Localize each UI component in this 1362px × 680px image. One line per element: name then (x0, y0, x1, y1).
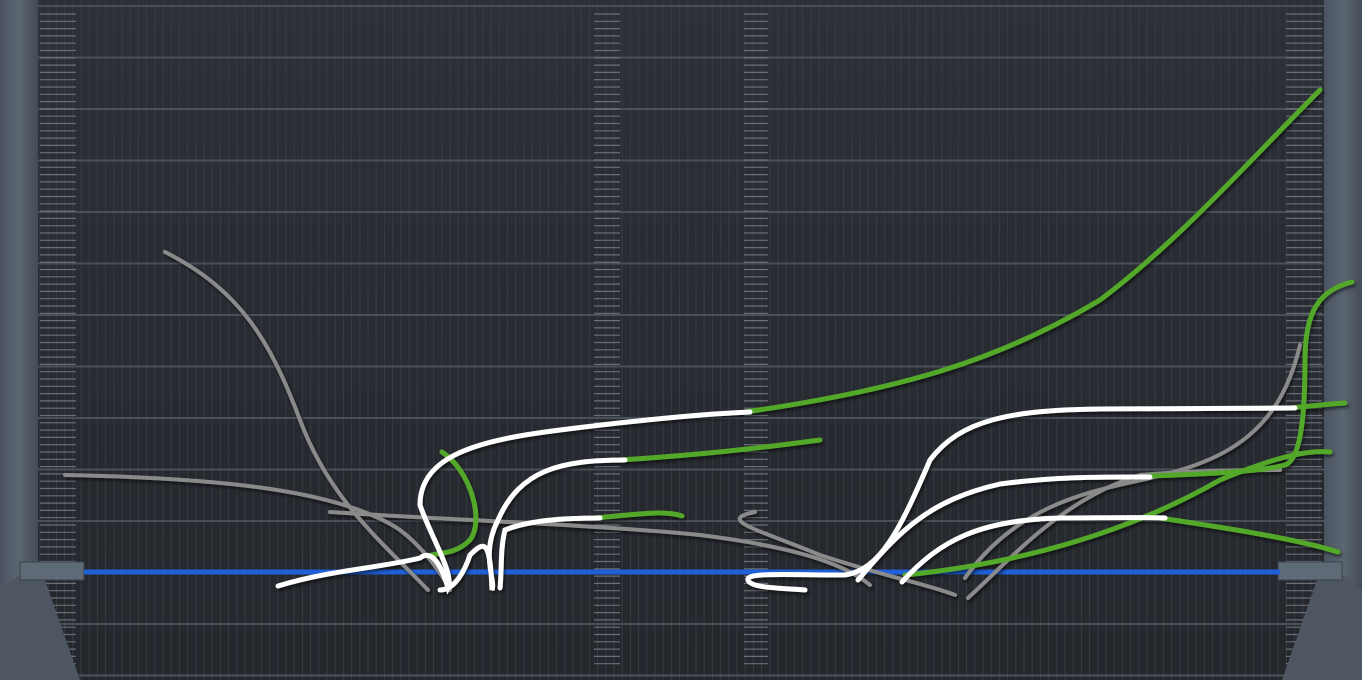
curve-editor-canvas[interactable] (0, 0, 1362, 680)
curve-editor-viewport[interactable] (0, 0, 1362, 680)
right-rail-handle-icon[interactable] (1277, 561, 1343, 581)
left-rail-handle-icon[interactable] (19, 561, 85, 581)
